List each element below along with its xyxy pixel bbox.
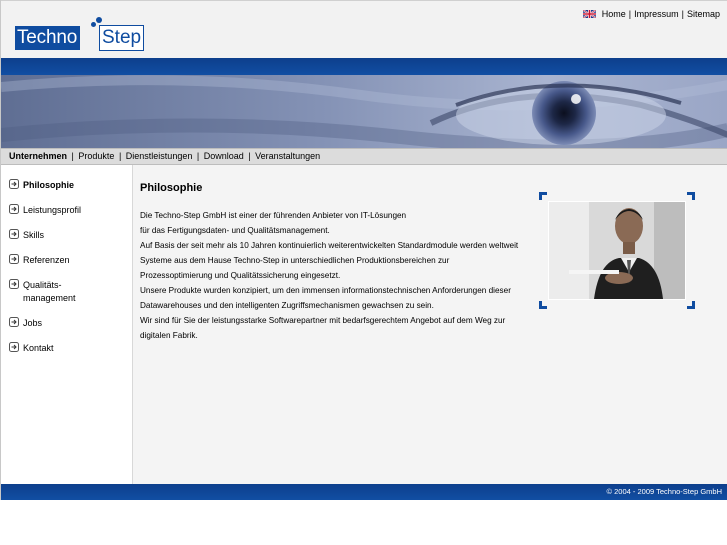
nav-download[interactable]: Download: [204, 151, 244, 161]
separator: |: [248, 151, 251, 161]
sidebar-item-label: Kontakt: [23, 343, 54, 353]
arrow-right-box-icon: [9, 229, 19, 239]
home-link[interactable]: Home: [602, 9, 626, 19]
logo-text-left: Techno: [15, 26, 81, 50]
uk-flag-icon[interactable]: [582, 10, 596, 18]
sidebar-item-philosophie[interactable]: Philosophie: [9, 179, 74, 192]
text-line: Wir sind für Sie der leistungsstarke Sof…: [140, 316, 506, 325]
separator: |: [681, 9, 684, 19]
header: Techno Step Home | Impressum | Sitemap: [1, 0, 727, 58]
text-line: Unsere Produkte wurden konzipiert, um de…: [140, 286, 511, 295]
page-background: [0, 500, 727, 545]
sidebar-item-label: Qualitäts- management: [23, 279, 76, 305]
text-line: Systeme aus dem Hause Techno-Step in unt…: [140, 256, 450, 265]
arrow-right-box-icon: [9, 317, 19, 327]
sidebar-item-leistungsprofil[interactable]: Leistungsprofil: [9, 204, 81, 217]
arrow-right-box-icon: [9, 204, 19, 214]
nav-veranstaltungen[interactable]: Veranstaltungen: [255, 151, 320, 161]
logo-dot: [91, 22, 96, 27]
main-content: Philosophie Die Techno-Step GmbH ist ein…: [133, 165, 727, 484]
eye-banner-image: [1, 75, 727, 148]
text-line: Prozessoptimierung und Qualitätssicherun…: [140, 271, 341, 280]
sidebar-item-label: Leistungsprofil: [23, 205, 82, 215]
sidebar-item-label: Jobs: [23, 318, 43, 328]
sitemap-link[interactable]: Sitemap: [687, 9, 720, 19]
sidebar-item-referenzen[interactable]: Referenzen: [9, 254, 70, 267]
philosophy-text: Die Techno-Step GmbH ist einer der führe…: [140, 208, 540, 343]
sidebar-item-label: Skills: [23, 230, 45, 240]
nav-unternehmen[interactable]: Unternehmen: [9, 151, 67, 161]
text-line: für das Fertigungsdaten- und Qualitätsma…: [140, 226, 330, 235]
sidebar-item-qualitaetsmanagement[interactable]: Qualitäts- management: [9, 279, 76, 305]
text-line: digitalen Fabrik.: [140, 331, 198, 340]
footer-bar: © 2004 - 2009 Techno-Step GmbH: [1, 484, 727, 500]
arrow-right-box-icon: [9, 342, 19, 352]
page-title: Philosophie: [140, 182, 203, 194]
separator: |: [118, 151, 122, 161]
page-frame: Techno Step Home | Impressum | Sitemap U…: [0, 0, 727, 500]
logo-dot: [96, 17, 102, 23]
nav-produkte[interactable]: Produkte: [78, 151, 114, 161]
arrow-right-box-icon: [9, 279, 19, 289]
sidebar-item-label: Referenzen: [23, 255, 70, 265]
separator: |: [628, 9, 632, 19]
text-line: Datawarehouses und den intelligenten Zug…: [140, 301, 434, 310]
header-blue-bar: [1, 58, 727, 75]
sidebar-item-label: Philosophie: [23, 180, 75, 190]
impressum-link[interactable]: Impressum: [634, 9, 679, 19]
copyright-text: © 2004 - 2009 Techno-Step GmbH: [606, 487, 722, 496]
text-line: Auf Basis der seit mehr als 10 Jahren ko…: [140, 241, 519, 250]
nav-dienstleistungen[interactable]: Dienstleistungen: [126, 151, 193, 161]
text-line: Die Techno-Step GmbH ist einer der führe…: [140, 211, 407, 220]
sidebar-item-kontakt[interactable]: Kontakt: [9, 342, 54, 355]
businessman-photo: [539, 192, 695, 309]
sidebar-item-skills[interactable]: Skills: [9, 229, 44, 242]
main-navigation: Unternehmen | Produkte | Dienstleistunge…: [1, 148, 727, 165]
sidebar-item-label-line: management: [23, 293, 76, 303]
techno-step-logo[interactable]: Techno Step: [15, 12, 145, 52]
sidebar-item-label-line: Qualitäts-: [23, 280, 62, 290]
top-links: Home | Impressum | Sitemap: [582, 9, 720, 19]
sidebar: Philosophie Leistungsprofil Skills Refer…: [1, 165, 133, 484]
arrow-right-box-icon: [9, 254, 19, 264]
separator: |: [71, 151, 74, 161]
logo-text-right: Step: [99, 25, 145, 51]
sidebar-item-jobs[interactable]: Jobs: [9, 317, 42, 330]
arrow-right-box-icon: [9, 179, 19, 189]
separator: |: [196, 151, 200, 161]
